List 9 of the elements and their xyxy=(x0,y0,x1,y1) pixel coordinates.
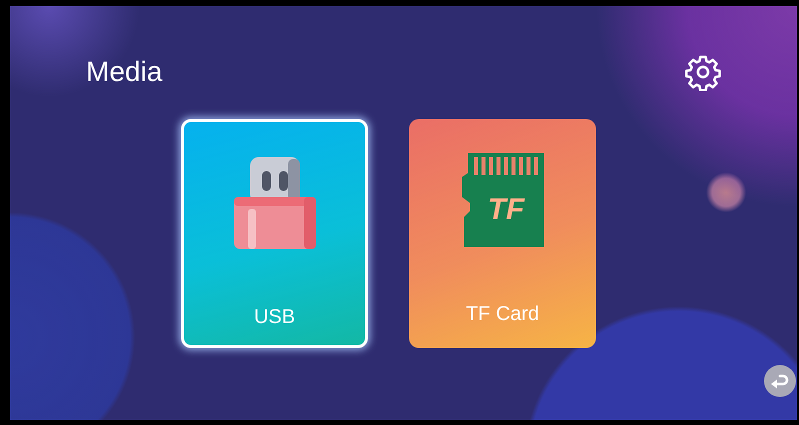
settings-icon[interactable] xyxy=(684,53,722,91)
usb-drive-icon xyxy=(234,157,316,249)
source-label: TF Card xyxy=(466,303,540,326)
back-icon[interactable] xyxy=(763,364,797,398)
tf-card-card[interactable]: TF TF Card xyxy=(409,119,596,348)
sd-card-icon: TF xyxy=(462,153,544,247)
page-title: Media xyxy=(86,56,162,88)
source-label: USB xyxy=(254,306,296,329)
usb-card[interactable]: USB xyxy=(181,119,368,348)
